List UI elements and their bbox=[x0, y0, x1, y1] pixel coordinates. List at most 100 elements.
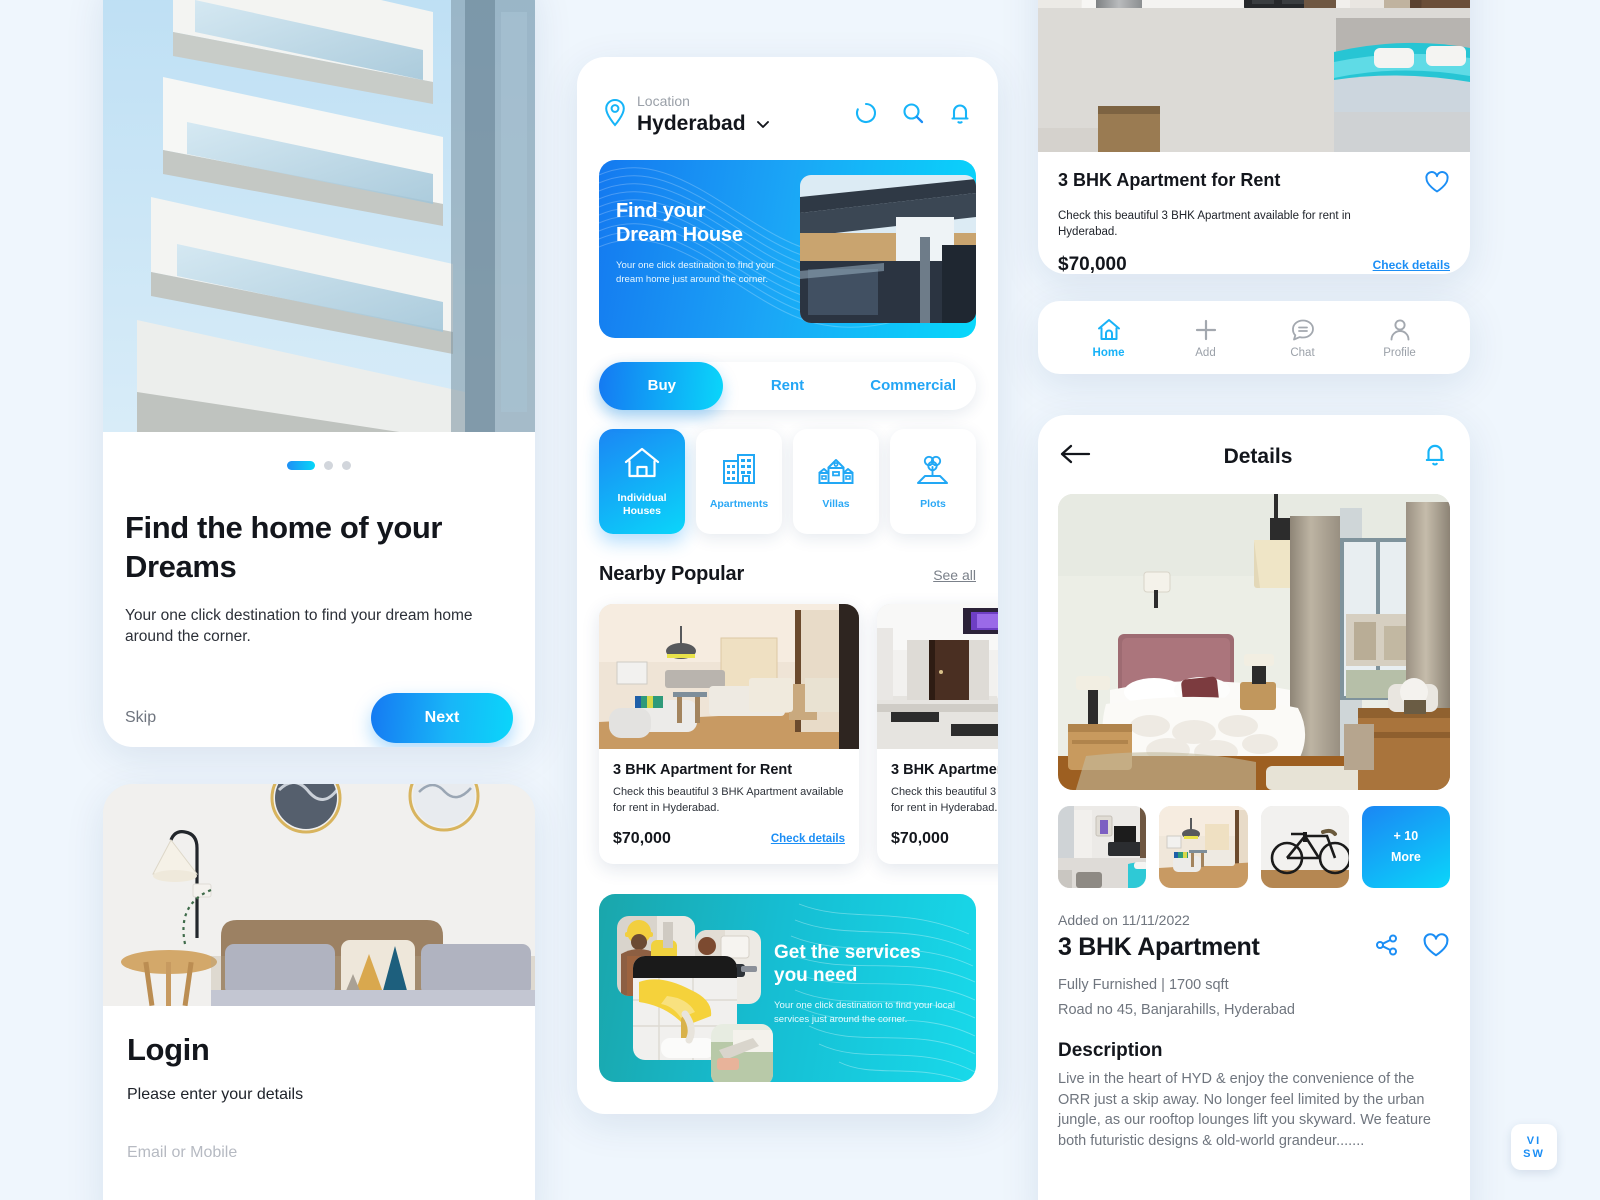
carousel-dot-2[interactable] bbox=[324, 461, 333, 470]
category-label: Individual Houses bbox=[617, 491, 667, 517]
property-name-row: 3 BHK Apartment bbox=[1058, 932, 1450, 963]
property-footer: $70,000 Check details bbox=[891, 830, 998, 848]
property-card[interactable]: 3 BHK Apartment for Rent Check this beau… bbox=[877, 604, 998, 865]
category-label: Apartments bbox=[709, 498, 769, 511]
check-details-link[interactable]: Check details bbox=[1373, 258, 1450, 272]
property-name: 3 BHK Apartment bbox=[1058, 933, 1260, 961]
property-address: Road no 45, Banjarahills, Hyderabad bbox=[1058, 1002, 1295, 1018]
login-title: Login bbox=[127, 1032, 210, 1067]
property-body: 3 BHK Apartment for Rent Check this beau… bbox=[877, 749, 998, 864]
tab-home[interactable]: Home bbox=[1060, 317, 1157, 359]
login-content: Login Please enter your details Email or… bbox=[103, 1006, 535, 1162]
search-icon[interactable] bbox=[901, 101, 925, 130]
banner-description: Your one click destination to find your … bbox=[616, 260, 775, 286]
villa-icon bbox=[816, 452, 856, 491]
heart-icon[interactable] bbox=[1422, 932, 1450, 963]
banner-text: Find your Dream House Your one click des… bbox=[616, 200, 801, 286]
services-text: Get the services you need Your one click… bbox=[774, 942, 960, 1026]
house-icon bbox=[623, 446, 661, 485]
chat-icon bbox=[1291, 319, 1314, 340]
banner-title-line1: Find your bbox=[616, 200, 706, 223]
banner-house-image bbox=[800, 175, 976, 324]
carousel-dots[interactable] bbox=[125, 461, 513, 470]
skip-button[interactable]: Skip bbox=[125, 709, 156, 727]
description-text: Live in the heart of HYD & enjoy the con… bbox=[1058, 1071, 1431, 1149]
more-count: + 10 bbox=[1393, 829, 1419, 844]
carousel-dot-3[interactable] bbox=[342, 461, 351, 470]
collage-image-paint bbox=[711, 1024, 773, 1083]
details-actions bbox=[1374, 932, 1450, 963]
dream-house-banner[interactable]: Find your Dream House Your one click des… bbox=[599, 160, 976, 339]
more-photos-badge[interactable]: + 10 More bbox=[1361, 806, 1450, 888]
nearby-title: Nearby Popular bbox=[599, 563, 745, 586]
home-screen: Location Hyderabad Find your Dream House… bbox=[577, 57, 998, 1114]
category-individual-houses[interactable]: Individual Houses bbox=[599, 429, 685, 535]
login-screen: Login Please enter your details Email or… bbox=[103, 784, 535, 1200]
thumbnail-3[interactable] bbox=[1260, 806, 1349, 888]
onboarding-subtitle: Your one click destination to find your … bbox=[125, 607, 473, 645]
location-selector[interactable]: Location Hyderabad bbox=[603, 93, 771, 137]
location-text: Location Hyderabad bbox=[637, 93, 771, 137]
added-on-text: Added on 11/11/2022 bbox=[1058, 912, 1190, 928]
share-icon[interactable] bbox=[1374, 933, 1400, 962]
listing-image bbox=[1038, 0, 1470, 152]
heart-icon[interactable] bbox=[1424, 170, 1450, 199]
screenshot-stage: Find the home of your Dreams Your one cl… bbox=[0, 0, 1600, 1200]
login-hero-image bbox=[103, 784, 535, 1006]
arrow-left-icon[interactable] bbox=[1060, 442, 1094, 471]
page-title: Details bbox=[1223, 444, 1293, 468]
property-description: Check this beautiful 3 BHK Apartment ava… bbox=[613, 786, 844, 814]
location-city: Hyderabad bbox=[637, 111, 771, 137]
nearby-property-list: 3 BHK Apartment for Rent Check this beau… bbox=[599, 604, 998, 865]
tab-rent[interactable]: Rent bbox=[725, 362, 851, 410]
thumbnail-2[interactable] bbox=[1159, 806, 1248, 888]
services-title-line2: you need bbox=[774, 964, 858, 986]
next-button[interactable]: Next bbox=[371, 693, 513, 743]
plus-icon bbox=[1195, 319, 1216, 340]
watermark-line-1: VI bbox=[1526, 1134, 1542, 1147]
property-card[interactable]: 3 BHK Apartment for Rent Check this beau… bbox=[599, 604, 859, 865]
banner-title-line2: Dream House bbox=[616, 223, 743, 246]
home-header: Location Hyderabad bbox=[577, 57, 998, 137]
tab-buy[interactable]: Buy bbox=[599, 362, 725, 410]
email-field[interactable]: Email or Mobile bbox=[127, 1144, 511, 1162]
onboarding-screen: Find the home of your Dreams Your one cl… bbox=[103, 0, 535, 747]
property-specs: Fully Furnished | 1700 sqft bbox=[1058, 977, 1229, 993]
services-description: Your one click destination to find your … bbox=[774, 999, 955, 1025]
login-subtitle: Please enter your details bbox=[127, 1086, 304, 1103]
visw-watermark: VI SW bbox=[1511, 1124, 1557, 1170]
services-title-line1: Get the services bbox=[774, 942, 921, 964]
thumbnail-1[interactable] bbox=[1058, 806, 1147, 888]
listing-footer: $70,000 Check details bbox=[1058, 254, 1450, 274]
listing-body: 3 BHK Apartment for Rent Check this beau… bbox=[1038, 152, 1470, 274]
listing-title: 3 BHK Apartment for Rent bbox=[1058, 170, 1281, 190]
see-all-link[interactable]: See all bbox=[933, 567, 976, 583]
more-label: More bbox=[1390, 850, 1421, 864]
tab-profile[interactable]: Profile bbox=[1351, 317, 1448, 359]
category-apartments[interactable]: Apartments bbox=[696, 429, 782, 535]
bell-icon[interactable] bbox=[948, 101, 972, 130]
category-label: Villas bbox=[822, 498, 850, 511]
bottom-tab-bar: Home Add Chat Profile bbox=[1038, 301, 1470, 374]
listing-card-screen: 3 BHK Apartment for Rent Check this beau… bbox=[1038, 0, 1470, 274]
onboarding-actions: Skip Next bbox=[125, 693, 513, 743]
bell-icon[interactable] bbox=[1422, 441, 1448, 472]
property-title: 3 BHK Apartment for Rent bbox=[891, 762, 998, 779]
tab-add[interactable]: Add bbox=[1157, 317, 1254, 359]
chevron-down-icon bbox=[756, 121, 769, 129]
home-icon bbox=[1097, 318, 1120, 340]
category-villas[interactable]: Villas bbox=[793, 429, 879, 535]
tab-commercial[interactable]: Commercial bbox=[850, 362, 976, 410]
property-body: 3 BHK Apartment for Rent Check this beau… bbox=[599, 749, 859, 864]
watermark-line-2: SW bbox=[1523, 1147, 1545, 1160]
property-image bbox=[599, 604, 859, 750]
carousel-dot-1[interactable] bbox=[287, 461, 315, 470]
listing-type-tabs: Buy Rent Commercial bbox=[599, 362, 976, 411]
buildings-icon bbox=[720, 452, 758, 491]
check-details-link[interactable]: Check details bbox=[771, 833, 845, 845]
category-plots[interactable]: Plots bbox=[890, 429, 976, 535]
refresh-icon[interactable] bbox=[854, 101, 878, 130]
tab-chat[interactable]: Chat bbox=[1254, 317, 1351, 359]
onboarding-content: Find the home of your Dreams Your one cl… bbox=[103, 461, 535, 743]
services-banner[interactable]: Get the services you need Your one click… bbox=[599, 894, 976, 1083]
